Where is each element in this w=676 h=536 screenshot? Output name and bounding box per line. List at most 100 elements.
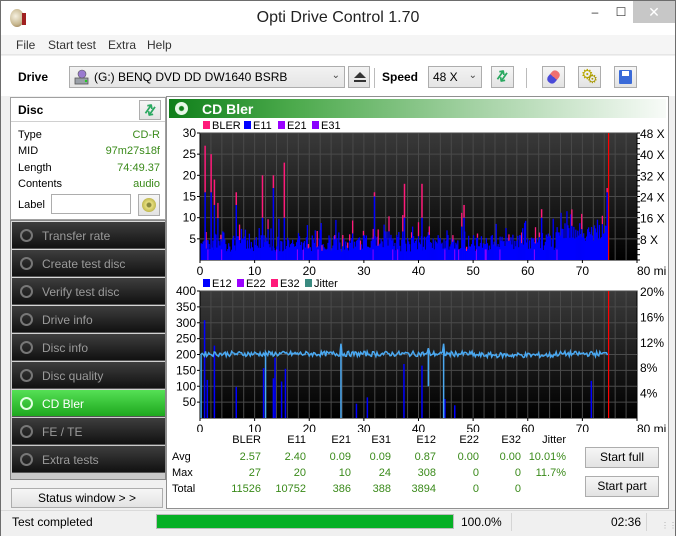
y2-tick-label: 20% [640,285,664,299]
e12-bar [274,357,276,418]
close-button[interactable]: ✕ [633,1,675,23]
bler-bar [210,154,212,193]
e11-bar [540,217,543,260]
e12-bar [403,364,405,418]
disc-label-caption: Label [18,199,45,211]
bler-bar [283,162,286,218]
disc-info-key: Contents [18,178,63,190]
stats-value: 20 [293,467,306,479]
stats-column-header: E12 [416,434,436,446]
nav-item-fe-te[interactable]: FE / TE [12,418,165,445]
resize-grip-icon[interactable]: ⋮⋮ [661,521,676,530]
start-part-button[interactable]: Start part [585,476,659,497]
menu-file[interactable]: File [16,38,35,52]
disc-gear-icon [20,313,33,326]
stats-value: 27 [248,467,261,479]
bler-bar [351,220,354,234]
e12-bar [280,381,283,418]
stats-value: 2.40 [284,451,306,463]
save-button[interactable] [614,66,637,88]
bler-bar [476,233,479,238]
bler-bar [349,234,351,241]
nav-item-disc-quality[interactable]: Disc quality [12,362,165,389]
nav-item-transfer-rate[interactable]: Transfer rate [12,222,165,249]
disc-label-button[interactable] [138,194,160,216]
e11-bar [261,217,264,260]
x-tick-label: 30 [357,264,371,277]
disc-gear-icon [20,257,33,270]
menu-help[interactable]: Help [147,38,172,52]
bler-bar [581,213,583,230]
stats-value: 0 [514,467,521,479]
drive-value: (G:) BENQ DVD DD DW1640 BSRB [94,70,288,84]
stats-value: 0.00 [457,451,479,463]
refresh-drive-button[interactable] [491,66,514,88]
nav-label: FE / TE [42,425,83,439]
menu-start-test[interactable]: Start test [48,38,96,52]
bler-bar [540,209,543,218]
x-tick-label: 70 [576,422,590,432]
y2-tick-label: 24 X [640,191,665,205]
panel-title: CD Bler [202,101,254,117]
e11-bar [210,192,212,260]
bler-bar [213,179,216,205]
start-full-button[interactable]: Start full [585,447,659,468]
legend-swatch [244,121,251,129]
nav-item-create-test-disc[interactable]: Create test disc [12,250,165,277]
nav-item-extra-tests[interactable]: Extra tests [12,446,165,473]
e11-bar [373,196,376,260]
drive-select[interactable]: (G:) BENQ DVD DD DW1640 BSRB ⌄ [69,66,345,88]
y-tick-label: 200 [176,348,196,362]
disc-panel-title: Disc [18,103,44,117]
bler-bar [316,231,318,248]
bler-bar [606,188,608,193]
disc-gear-icon [20,425,33,438]
x-tick-label: 40 [412,422,426,432]
nav-item-disc-info[interactable]: Disc info [12,334,165,361]
bler-bar [220,234,222,240]
stats-value: 11.7% [535,467,566,479]
e11-bar [213,204,216,260]
cd-bler-panel: CD Bler 5101520253001020304050607080 min… [166,96,669,509]
progress-percent: 100.0% [461,515,502,529]
menu-extra[interactable]: Extra [108,38,136,52]
minimize-button[interactable]: – [581,1,609,23]
y2-tick-label: 40 X [640,148,665,162]
legend-swatch [312,121,319,129]
nav-item-drive-info[interactable]: Drive info [12,306,165,333]
legend-swatch [203,279,210,287]
chevron-down-icon: ⌄ [331,70,340,81]
stats-value: 0 [514,483,521,495]
nav-item-verify-test-disc[interactable]: Verify test disc [12,278,165,305]
bler-bar [373,192,376,197]
nav-label: Drive info [42,313,93,327]
bler-bar [463,204,465,218]
y2-tick-label: 12% [640,336,664,350]
maximize-button[interactable]: ☐ [609,1,633,23]
y2-tick-label: 8 X [640,233,658,247]
eject-button[interactable] [348,66,370,88]
bler-bar [204,145,206,193]
disc-info-row: Contents audio [18,178,160,194]
disc-label-input[interactable] [51,194,131,214]
stats-value: 308 [417,467,436,479]
stats-value: 0 [472,467,479,479]
status-divider [646,513,647,531]
nav-label: Verify test disc [42,285,120,299]
status-window-button[interactable]: Status window > > [11,488,163,508]
y-tick-label: 350 [176,300,196,314]
bler-bar [538,232,541,238]
settings-button[interactable] [578,66,601,88]
bler-chart: 5 10 15 20 25 30 0 10 20 30 40 50 60 70 80 min 8 X 16 X 2… [183,120,667,277]
erase-button[interactable] [542,66,565,88]
stats-value: 10.01% [528,451,566,463]
nav-item-cd-bler[interactable]: CD Bler [12,390,165,417]
e12-bar [355,403,358,418]
speed-value: 48 X [433,70,458,84]
e11-bar [204,192,206,260]
nav-label: Disc quality [42,369,104,383]
speed-select[interactable]: 48 X ⌄ [428,66,482,88]
disc-info-key: Length [18,162,52,174]
legend-swatch [278,121,285,129]
disc-refresh-button[interactable] [139,100,161,120]
